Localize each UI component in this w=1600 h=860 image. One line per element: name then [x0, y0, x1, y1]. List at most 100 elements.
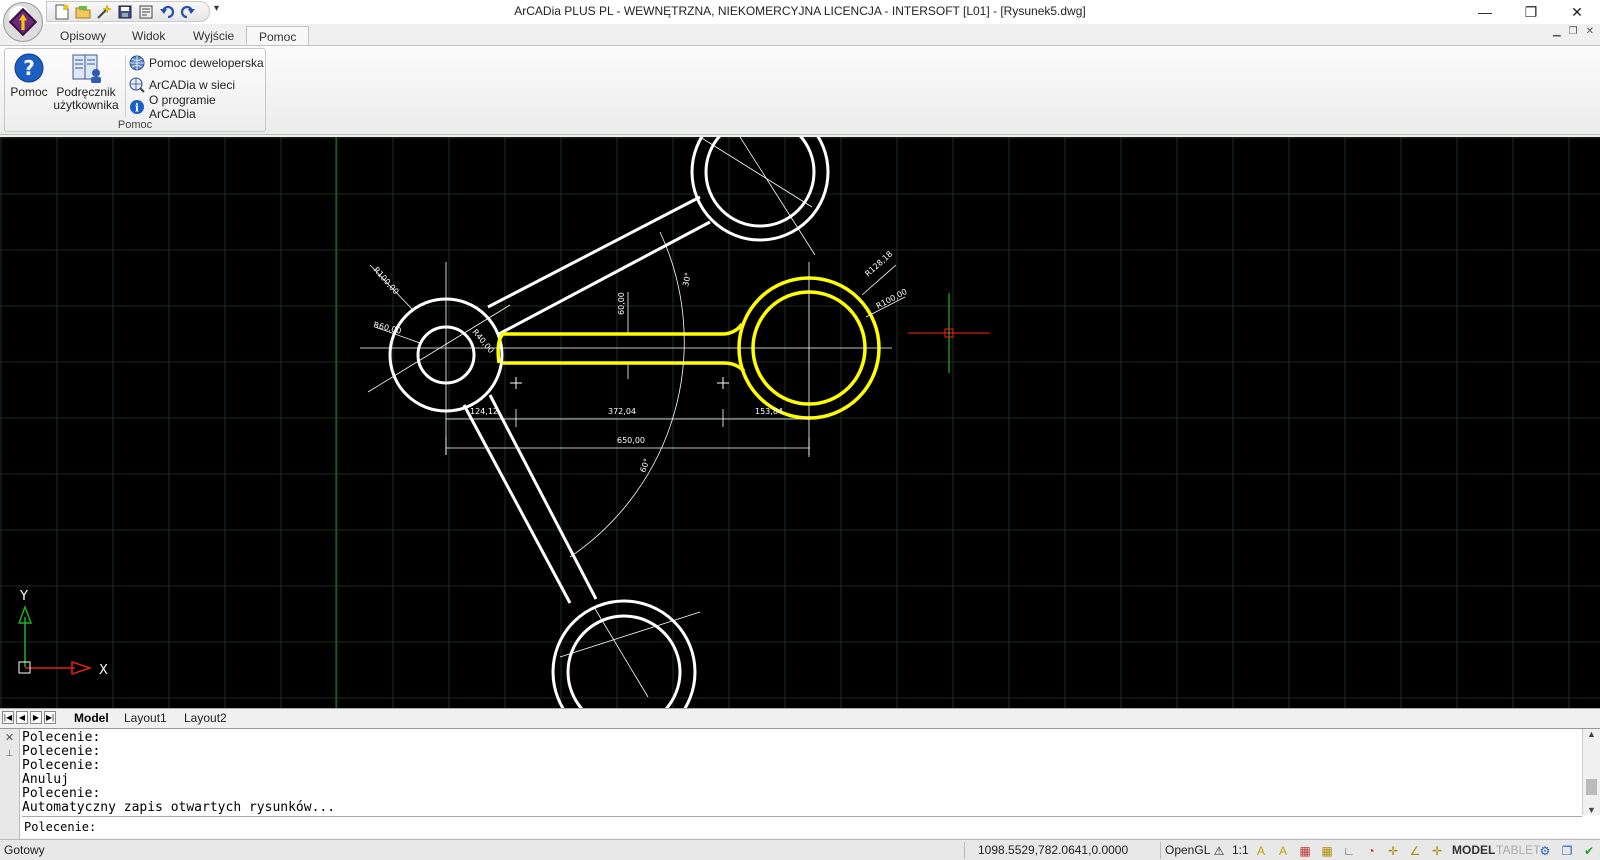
- doc-restore-icon[interactable]: ❐: [1569, 26, 1578, 37]
- ribbon-panel: ? Pomoc Podręcznik użytkownika Pomoc dew…: [0, 45, 1600, 135]
- history-line: Polecenie:: [22, 744, 101, 759]
- crosshair-cursor: [908, 293, 990, 373]
- scroll-thumb[interactable]: [1586, 779, 1597, 795]
- tab-layout2[interactable]: Layout2: [180, 710, 231, 726]
- next-tab-button[interactable]: ▶: [30, 711, 42, 724]
- svg-text:?: ?: [23, 56, 35, 80]
- dim-r128: R128,18: [863, 249, 894, 278]
- scroll-up-icon[interactable]: ▲: [1583, 729, 1600, 739]
- arm-right-top: [503, 322, 744, 336]
- command-input[interactable]: Polecenie:: [22, 816, 1582, 836]
- pin-icon[interactable]: ⊥: [0, 748, 19, 759]
- status-state: Gotowy: [4, 843, 45, 857]
- title-bar: ▾ ArCADia PLUS PL - WEWNĘTRZNA, NIEKOMER…: [0, 0, 1600, 42]
- dim-30deg: 30°: [681, 272, 693, 288]
- help-button[interactable]: ? Pomoc: [9, 53, 49, 99]
- tab-wyjscie[interactable]: Wyjście: [181, 26, 246, 46]
- arm-top-edge-2: [496, 220, 711, 337]
- magic-wand-icon[interactable]: [95, 3, 113, 21]
- user-manual-icon: [72, 54, 101, 83]
- tab-widok[interactable]: Widok: [120, 26, 177, 46]
- settings-gear-icon[interactable]: ⚙: [1536, 842, 1554, 859]
- tablet-toggle[interactable]: TABLET: [1496, 843, 1540, 857]
- arm-bottom-edge-1: [462, 404, 572, 604]
- quick-access-toolbar: [46, 1, 210, 22]
- about-label: O programie ArCADia: [149, 93, 216, 121]
- dim-60: 60,00: [617, 292, 626, 315]
- first-tab-button[interactable]: |◀: [2, 711, 14, 724]
- scroll-down-icon[interactable]: ▼: [1583, 805, 1600, 815]
- command-window-handle[interactable]: ✕ ⊥: [0, 729, 20, 839]
- ucs-icon: Y X: [17, 589, 108, 678]
- restore-button[interactable]: ❐: [1508, 0, 1554, 24]
- osnap-icon[interactable]: ✛: [1384, 842, 1402, 859]
- close-button[interactable]: ✕: [1554, 0, 1600, 24]
- history-line: Polecenie:: [22, 758, 101, 773]
- app-menu-button[interactable]: [3, 2, 43, 42]
- doc-minimize-icon[interactable]: ▁: [1553, 26, 1561, 37]
- polar-icon[interactable]: ◔: [1362, 842, 1380, 859]
- drawing-canvas[interactable]: R100,00 R60,00 R40,00 R128,18 R100,00 60…: [0, 137, 1600, 708]
- dim-650: 650,00: [617, 436, 645, 445]
- history-line: Polecenie:: [22, 731, 101, 745]
- snap-icon[interactable]: ▦: [1296, 842, 1314, 859]
- undo-icon[interactable]: [158, 3, 176, 21]
- ucs-x-label: X: [99, 663, 108, 678]
- arm-bottom-edge-2: [488, 394, 598, 600]
- command-window: ✕ ⊥ Polecenie: Polecenie: Polecenie: Anu…: [0, 728, 1600, 839]
- prev-tab-button[interactable]: ◀: [16, 711, 28, 724]
- cursor-coordinates: 1098.5529,782.0641,0.0000: [978, 843, 1129, 857]
- help-icon: ?: [14, 53, 44, 83]
- lineweight-icon[interactable]: ✛: [1428, 842, 1446, 859]
- tab-model[interactable]: Model: [70, 710, 113, 726]
- document-window-controls: ▁ ❐ ✕: [1553, 26, 1594, 37]
- status-divider: [1160, 842, 1161, 859]
- window-title: ArCADia PLUS PL - WEWNĘTRZNA, NIEKOMERCY…: [514, 4, 1086, 18]
- arm-right-bottom: [503, 361, 746, 373]
- save-icon[interactable]: [116, 3, 134, 21]
- minimize-button[interactable]: —: [1462, 0, 1508, 24]
- tab-layout1[interactable]: Layout1: [120, 710, 171, 726]
- history-line: Polecenie:: [22, 786, 101, 801]
- layout-tabs-bar: |◀ ◀ ▶ ▶| Model Layout1 Layout2: [0, 708, 1600, 726]
- doc-close-icon[interactable]: ✕: [1586, 26, 1594, 37]
- grip-markers: [510, 377, 729, 389]
- auto-scale-icon[interactable]: A: [1274, 842, 1292, 859]
- about-button[interactable]: i O programie ArCADia: [129, 93, 265, 121]
- developer-help-button[interactable]: Pomoc deweloperska: [129, 53, 264, 73]
- boss-bottom-inner: [566, 614, 682, 708]
- last-tab-button[interactable]: ▶|: [44, 711, 56, 724]
- tab-opisowy[interactable]: Opisowy: [48, 26, 118, 46]
- status-bar: Gotowy 1098.5529,782.0641,0.0000 OpenGL …: [0, 839, 1600, 860]
- dim-r100-left: R100,00: [372, 265, 401, 296]
- window-layout-icon[interactable]: ❐: [1558, 842, 1576, 859]
- grid-icon[interactable]: ▦: [1318, 842, 1336, 859]
- annotation-icon[interactable]: ⚠: [1210, 842, 1228, 859]
- model-toggle[interactable]: MODEL: [1452, 843, 1495, 857]
- history-line: Automatyczny zapis otwartych rysunków...: [22, 800, 336, 815]
- globe-search-icon: [129, 77, 145, 93]
- check-icon[interactable]: ✔: [1580, 842, 1598, 859]
- tab-pomoc[interactable]: Pomoc: [246, 26, 310, 46]
- command-history: Polecenie: Polecenie: Polecenie: Anuluj …: [22, 731, 1577, 815]
- command-scrollbar[interactable]: ▲ ▼: [1582, 729, 1600, 815]
- redo-icon[interactable]: [179, 3, 197, 21]
- renderer-label[interactable]: OpenGL: [1165, 843, 1210, 857]
- customize-qat-button[interactable]: ▾: [214, 3, 219, 14]
- grid: [0, 137, 1600, 708]
- arcadia-online-button[interactable]: ArCADia w sieci: [129, 75, 235, 95]
- annotation-scale[interactable]: 1:1: [1232, 843, 1249, 857]
- drawing-svg: R100,00 R60,00 R40,00 R128,18 R100,00 60…: [0, 137, 1600, 708]
- ribbon-group-label: Pomoc: [117, 119, 153, 131]
- geometry: [388, 137, 830, 708]
- close-command-icon[interactable]: ✕: [0, 731, 19, 744]
- open-file-icon[interactable]: [74, 3, 92, 21]
- dim-153: 153,84: [755, 407, 783, 416]
- new-file-icon[interactable]: [53, 3, 71, 21]
- save-as-icon[interactable]: [137, 3, 155, 21]
- ortho-icon[interactable]: ∟: [1340, 842, 1358, 859]
- window-controls: — ❐ ✕: [1462, 0, 1600, 24]
- annotation-visibility-icon[interactable]: A: [1252, 842, 1270, 859]
- user-manual-button[interactable]: Podręcznik użytkownika: [51, 53, 121, 112]
- otrack-icon[interactable]: ∠: [1406, 842, 1424, 859]
